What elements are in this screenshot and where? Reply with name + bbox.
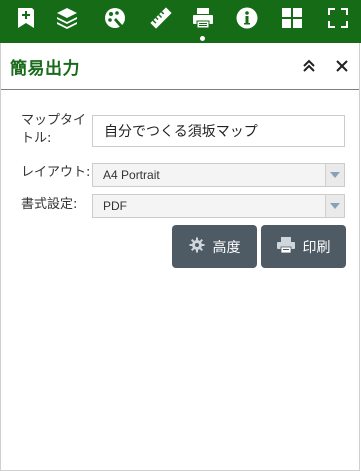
map-title-label: マップタイトル: <box>21 113 87 146</box>
add-data-icon[interactable] <box>9 0 43 36</box>
close-icon[interactable] <box>332 55 352 77</box>
measure-ruler-icon[interactable] <box>144 0 178 36</box>
chevron-down-icon <box>325 195 344 217</box>
print-button[interactable]: 印刷 <box>261 225 346 268</box>
layout-label: レイアウト: <box>21 165 91 180</box>
active-tool-indicator <box>200 36 205 41</box>
chevron-down-icon <box>325 164 344 186</box>
gear-icon <box>189 237 205 257</box>
advanced-button[interactable]: 高度 <box>172 225 257 268</box>
format-select[interactable]: PDF <box>92 194 345 218</box>
printer-icon <box>276 236 295 257</box>
top-toolbar <box>0 0 361 43</box>
collapse-icon[interactable] <box>299 55 319 77</box>
layout-select-value: A4 Portrait <box>103 168 160 182</box>
print-icon[interactable] <box>186 0 220 36</box>
map-title-input[interactable] <box>92 115 345 147</box>
fullscreen-icon[interactable] <box>321 0 355 36</box>
print-button-label: 印刷 <box>302 239 331 256</box>
panel-header: 簡易出力 <box>1 43 359 90</box>
layout-select[interactable]: A4 Portrait <box>92 163 345 187</box>
panel-title: 簡易出力 <box>10 59 80 79</box>
advanced-button-label: 高度 <box>212 239 241 256</box>
grid-apps-icon[interactable] <box>275 0 309 36</box>
format-select-value: PDF <box>103 199 127 213</box>
info-icon[interactable] <box>230 0 264 36</box>
basemap-gallery-icon[interactable] <box>98 0 132 36</box>
layers-icon[interactable] <box>50 0 84 36</box>
format-label: 書式設定: <box>21 197 78 212</box>
print-panel: 簡易出力 マップタイトル: レイアウト: A4 Portrait 書式設定: P… <box>0 43 360 471</box>
